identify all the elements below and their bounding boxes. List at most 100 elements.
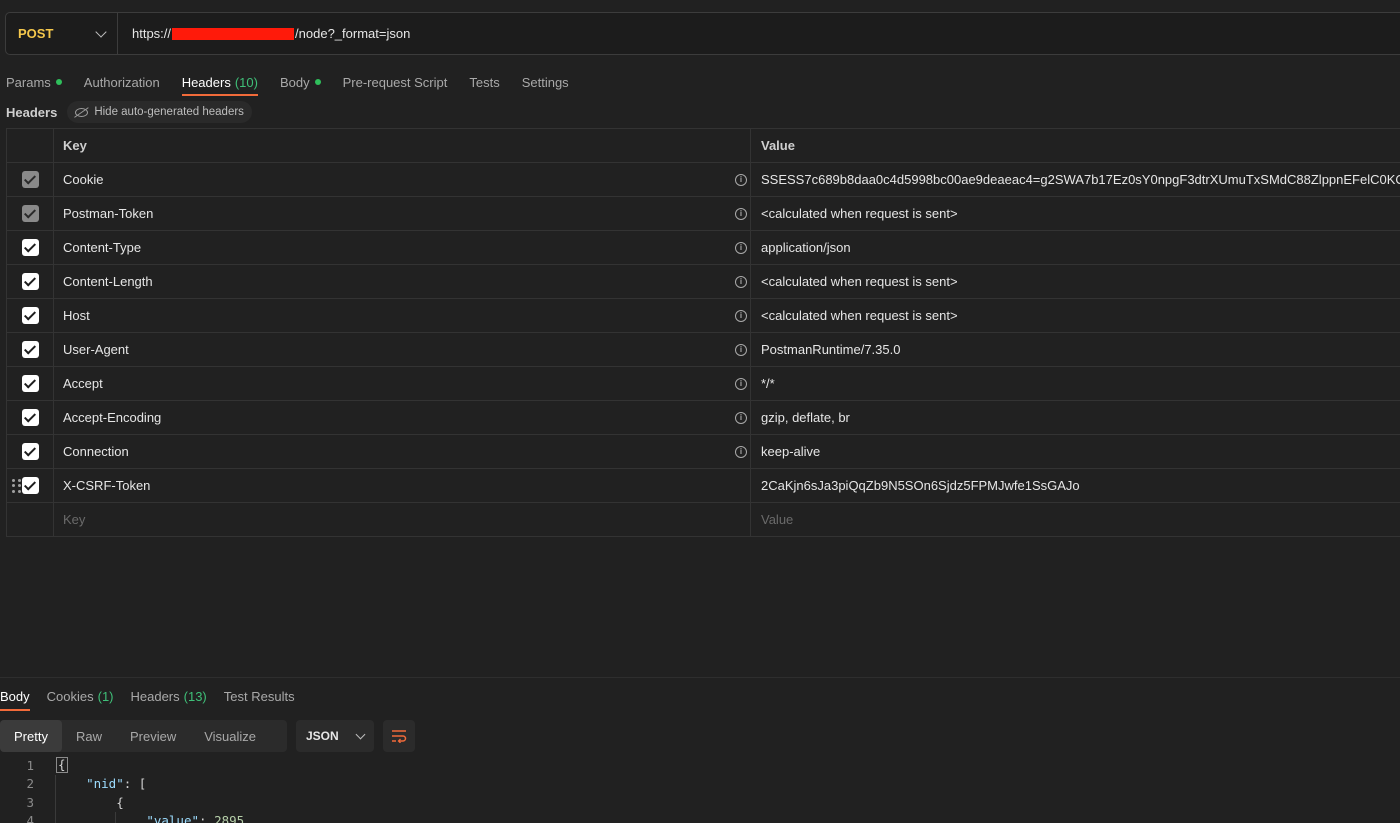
info-icon[interactable]: i <box>735 207 747 220</box>
indent-guide <box>55 811 56 823</box>
line-number: 3 <box>26 794 34 810</box>
row-key: User-Agent <box>63 342 129 357</box>
view-pretty[interactable]: Pretty <box>0 720 62 752</box>
value-cell[interactable]: SSESS7c689b8daa0c4d5998bc00ae9deaeac4=g2… <box>751 163 1400 196</box>
row-key: Accept-Encoding <box>63 410 162 425</box>
tab-label: Body <box>0 689 30 704</box>
hide-auto-headers-button[interactable]: Hide auto-generated headers <box>67 101 252 123</box>
wrap-lines-button[interactable] <box>383 720 415 752</box>
row-key: Content-Length <box>63 274 153 289</box>
check-cell <box>7 333 54 366</box>
tab-authorization[interactable]: Authorization <box>84 68 160 96</box>
row-checkbox[interactable] <box>21 443 39 460</box>
value-cell[interactable]: <calculated when request is sent> <box>751 299 1400 332</box>
table-row: User-Agent i PostmanRuntime/7.35.0 <box>7 333 1400 367</box>
view-mode-selector: Pretty Raw Preview Visualize <box>0 720 287 752</box>
json-key: "value" <box>146 813 199 823</box>
row-checkbox[interactable] <box>21 273 39 290</box>
key-cell[interactable]: Cookie i <box>54 163 751 196</box>
url-suffix: /node?_format=json <box>295 26 411 41</box>
key-cell[interactable]: Host i <box>54 299 751 332</box>
format-select[interactable]: JSON <box>296 720 374 752</box>
tab-label: Params <box>6 74 51 90</box>
code-text: { <box>36 795 124 810</box>
new-value-input[interactable]: Value <box>751 503 1400 536</box>
row-checkbox[interactable] <box>21 171 39 188</box>
table-row: Accept-Encoding i gzip, deflate, br <box>7 401 1400 435</box>
redaction-mark <box>172 27 295 40</box>
row-key: Accept <box>63 376 103 391</box>
info-icon[interactable]: i <box>735 241 747 254</box>
tab-params[interactable]: Params <box>6 68 62 96</box>
row-checkbox[interactable] <box>21 239 39 256</box>
tab-settings[interactable]: Settings <box>522 68 569 96</box>
row-checkbox[interactable] <box>21 205 39 222</box>
info-icon[interactable]: i <box>735 411 747 424</box>
new-key-input[interactable]: Key <box>54 503 751 536</box>
method-select[interactable]: POST <box>6 13 118 54</box>
check-cell <box>7 299 54 332</box>
tab-label: Body <box>279 74 310 90</box>
value-cell[interactable]: <calculated when request is sent> <box>751 265 1400 298</box>
key-cell[interactable]: X-CSRF-Token <box>54 469 751 502</box>
tab-label: Settings <box>521 74 569 90</box>
active-dot <box>314 79 321 85</box>
info-icon[interactable]: i <box>735 377 747 390</box>
url-input[interactable]: https:// /node?_format=json <box>118 26 410 41</box>
json-punct: : <box>199 813 215 823</box>
tab-pre-request-script[interactable]: Pre-request Script <box>343 68 448 96</box>
drag-handle-icon[interactable] <box>12 479 22 493</box>
row-checkbox[interactable] <box>21 341 39 358</box>
tab-body[interactable]: Body <box>280 68 321 96</box>
response-tab-cookies[interactable]: Cookies (1) <box>47 682 114 711</box>
row-checkbox[interactable] <box>21 307 39 324</box>
response-tab-body[interactable]: Body <box>0 682 30 711</box>
response-tab-headers[interactable]: Headers (13) <box>131 682 207 711</box>
headers-toolbar: Headers Hide auto-generated headers <box>6 101 252 123</box>
row-key: Content-Type <box>63 240 142 255</box>
response-body-editor[interactable]: 1 { 2 "nid": [ 3 { 4 "value": 2895 <box>0 756 1400 823</box>
tab-tests[interactable]: Tests <box>469 68 499 96</box>
info-icon[interactable]: i <box>735 445 747 458</box>
info-icon[interactable]: i <box>735 275 747 288</box>
tab-count: (13) <box>183 689 207 704</box>
tab-label: Cookies <box>46 689 94 704</box>
key-cell[interactable]: Content-Type i <box>54 231 751 264</box>
key-cell[interactable]: Connection i <box>54 435 751 468</box>
info-icon[interactable]: i <box>735 309 747 322</box>
key-cell[interactable]: User-Agent i <box>54 333 751 366</box>
json-key: "nid" <box>86 776 124 792</box>
row-checkbox[interactable] <box>21 477 39 494</box>
indent-guide <box>115 811 116 823</box>
response-divider[interactable] <box>0 677 1400 678</box>
row-checkbox[interactable] <box>21 409 39 426</box>
row-key: Postman-Token <box>63 206 154 221</box>
key-cell[interactable]: Accept i <box>54 367 751 400</box>
info-icon[interactable]: i <box>735 343 747 356</box>
view-raw[interactable]: Raw <box>62 720 116 752</box>
info-icon[interactable]: i <box>735 173 747 186</box>
tab-label: Tests <box>469 74 500 90</box>
value-cell[interactable]: <calculated when request is sent> <box>751 197 1400 230</box>
value-cell[interactable]: 2CaKjn6sJa3piQqZb9N5SOn6Sjdz5FPMJwfe1SsG… <box>751 469 1400 502</box>
value-cell[interactable]: gzip, deflate, br <box>751 401 1400 434</box>
check-cell <box>7 401 54 434</box>
row-checkbox[interactable] <box>21 375 39 392</box>
key-cell[interactable]: Content-Length i <box>54 265 751 298</box>
json-punct: : [ <box>123 776 147 792</box>
chevron-down-icon <box>355 729 366 739</box>
key-cell[interactable]: Accept-Encoding i <box>54 401 751 434</box>
value-cell[interactable]: PostmanRuntime/7.35.0 <box>751 333 1400 366</box>
view-preview[interactable]: Preview <box>116 720 190 752</box>
tab-headers[interactable]: Headers (10) <box>181 68 259 96</box>
code-line: 3 { <box>0 793 1400 812</box>
response-tab-test-results[interactable]: Test Results <box>224 682 295 711</box>
view-visualize[interactable]: Visualize <box>190 720 270 752</box>
line-number: 4 <box>26 813 34 823</box>
value-cell[interactable]: */* <box>751 367 1400 400</box>
value-cell[interactable]: application/json <box>751 231 1400 264</box>
value-cell[interactable]: keep-alive <box>751 435 1400 468</box>
tab-label: Pre-request Script <box>342 74 448 90</box>
request-tabs: Params Authorization Headers (10) Body Pr… <box>6 68 591 96</box>
key-cell[interactable]: Postman-Token i <box>54 197 751 230</box>
